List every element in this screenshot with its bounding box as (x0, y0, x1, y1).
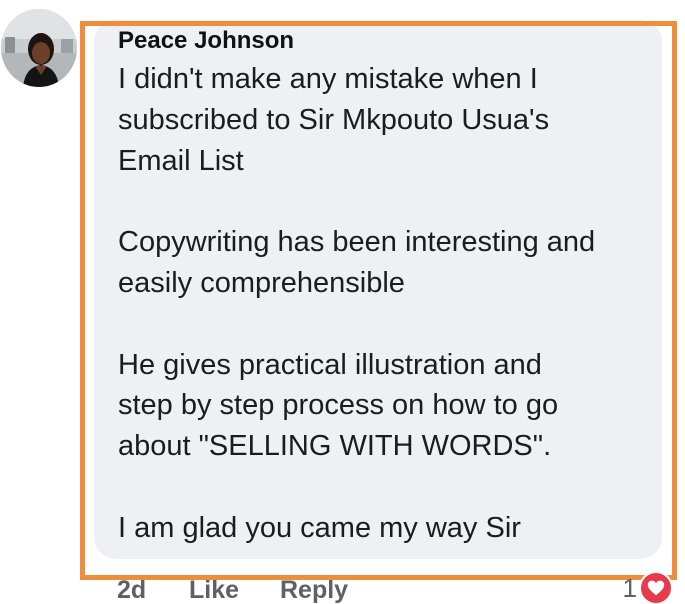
like-button[interactable]: Like (189, 576, 239, 604)
comment-line (118, 304, 658, 345)
comment-line: I didn't make any mistake when I (118, 63, 538, 95)
comment-author[interactable]: Peace Johnson (118, 26, 294, 56)
comment-line: step by step process on how to go (118, 389, 559, 422)
comment-line: Copywriting has been interesting and (118, 226, 596, 259)
comment-line (118, 467, 658, 508)
comment-body: I didn't make any mistake when I subscri… (118, 59, 658, 549)
comment-line: about "SELLING WITH WORDS". (118, 430, 552, 463)
comment-line: easily comprehensible (118, 266, 405, 299)
reply-button[interactable]: Reply (280, 576, 348, 604)
comment-line: Email List (118, 144, 244, 177)
comment-line (118, 181, 658, 222)
comment-line: I am glad you came my way Sir (118, 511, 521, 544)
comment-line: subscribed to Sir Mkpouto Usua's (118, 103, 550, 136)
comment-timestamp[interactable]: 2d (117, 576, 146, 604)
comment-line: He gives practical illustration and (118, 348, 542, 381)
avatar-photo-icon (1, 9, 77, 87)
heart-icon (639, 571, 673, 604)
reaction-count: 1 (622, 573, 637, 603)
avatar[interactable] (1, 9, 77, 87)
comment-screen: Peace Johnson I didn't make any mistake … (0, 0, 685, 604)
reaction-summary[interactable]: 1 (622, 571, 673, 604)
